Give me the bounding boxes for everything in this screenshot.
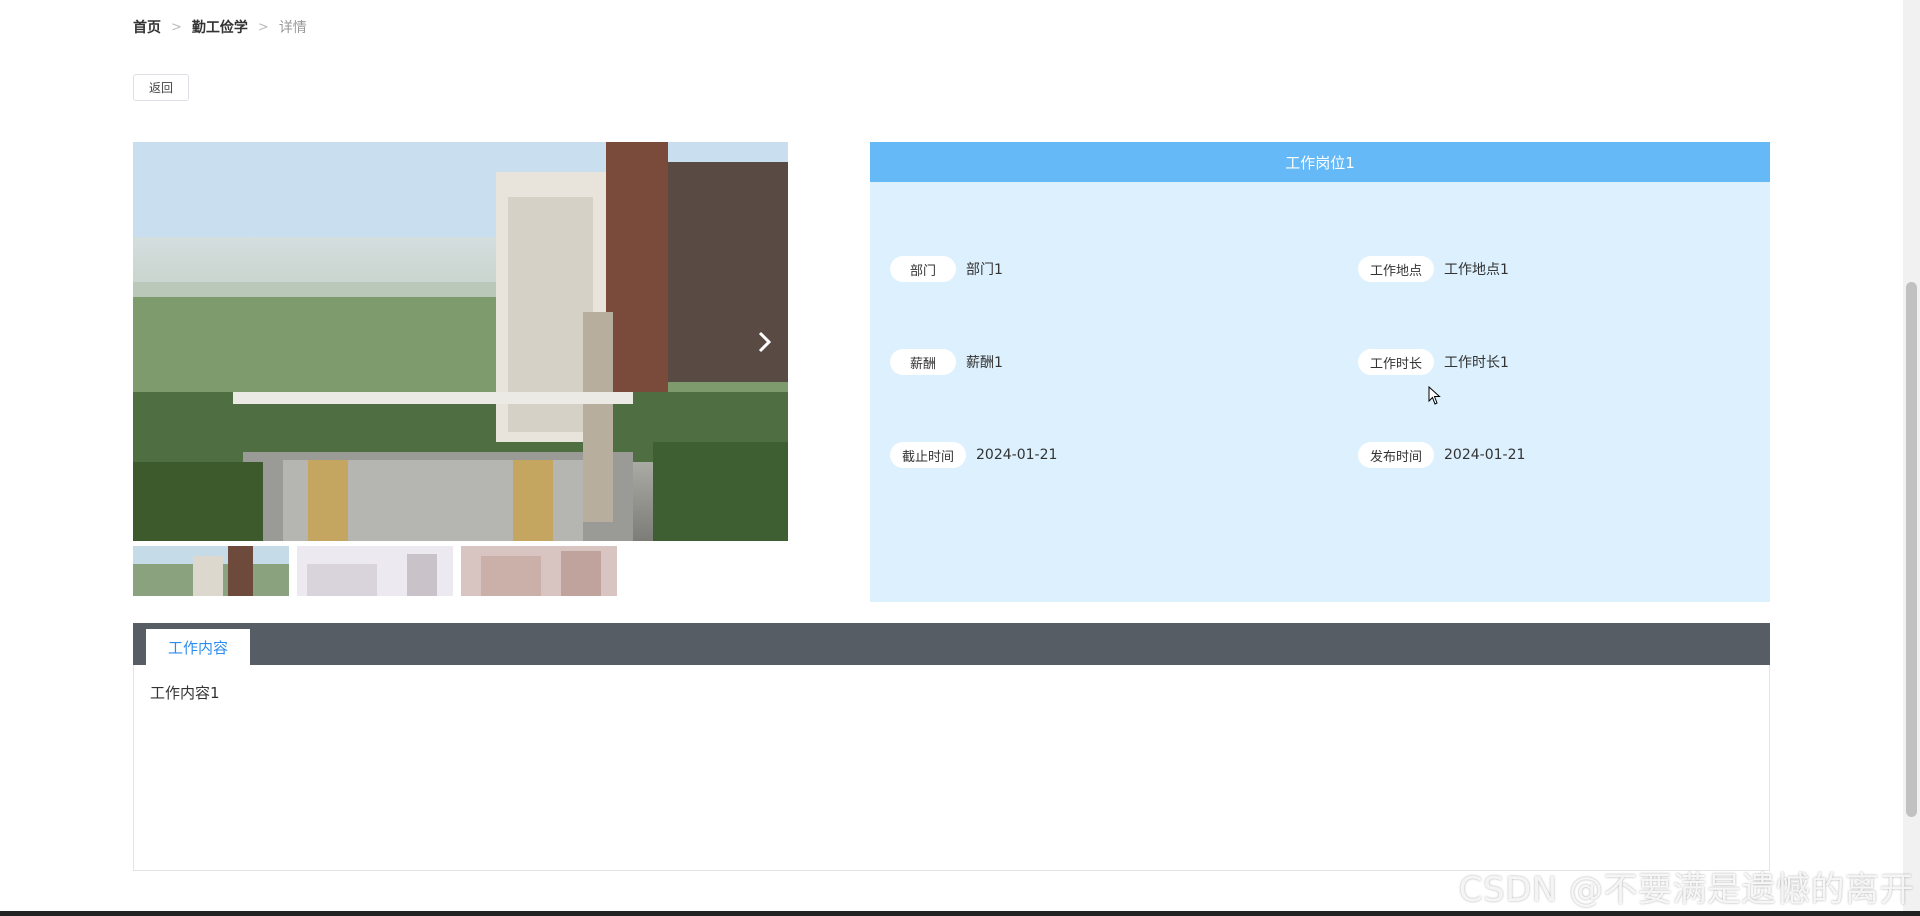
field-value: 工作地点1 [1444,262,1509,278]
field-label: 截止时间 [890,442,967,468]
mouse-cursor-icon [1428,385,1442,410]
thumbnail[interactable] [297,546,453,596]
breadcrumb-separator: > [257,19,269,35]
scrollbar-thumb[interactable] [1906,282,1917,817]
breadcrumb-section[interactable]: 勤工俭学 [192,17,248,37]
field-deadline: 截止时间 2024-01-21 [890,442,1057,468]
thumbnail[interactable] [461,546,617,596]
back-button[interactable]: 返回 [133,74,189,101]
field-salary: 薪酬 薪酬1 [890,349,1003,375]
field-department: 部门 部门1 [890,256,1003,282]
tab-panel: 工作内容1 [133,665,1770,871]
field-duration: 工作时长 工作时长1 [1358,349,1509,375]
work-content-text: 工作内容1 [150,684,220,702]
scrollbar[interactable] [1903,0,1920,916]
field-value: 部门1 [966,262,1003,278]
field-label: 工作地点 [1358,256,1435,282]
watermark: CSDN @不要满是遗憾的离开 [1458,870,1914,910]
field-label: 部门 [890,256,956,282]
field-label: 发布时间 [1358,442,1435,468]
tab-bar: 工作内容 [133,623,1770,665]
tab-work-content[interactable]: 工作内容 [146,629,250,665]
breadcrumb: 首页 > 勤工俭学 > 详情 [133,17,307,37]
chevron-right-icon[interactable] [750,322,780,362]
field-location: 工作地点 工作地点1 [1358,256,1509,282]
bottom-border [0,911,1920,916]
job-title: 工作岗位1 [870,142,1770,182]
field-value: 2024-01-21 [976,447,1058,463]
job-info-panel: 工作岗位1 部门 部门1 工作地点 工作地点1 薪酬 薪酬1 工作时长 工作时长… [870,142,1770,602]
breadcrumb-home[interactable]: 首页 [133,17,161,37]
breadcrumb-separator: > [171,19,182,35]
field-publish-date: 发布时间 2024-01-21 [1358,442,1525,468]
image-carousel[interactable] [133,142,788,541]
field-value: 2024-01-21 [1444,447,1526,463]
thumbnail[interactable] [133,546,289,596]
field-value: 薪酬1 [966,355,1003,371]
campus-photo [133,142,788,541]
field-label: 工作时长 [1358,349,1435,375]
field-label: 薪酬 [890,349,956,375]
field-value: 工作时长1 [1444,355,1509,371]
thumbnail-strip [133,546,617,596]
breadcrumb-current: 详情 [278,20,307,36]
